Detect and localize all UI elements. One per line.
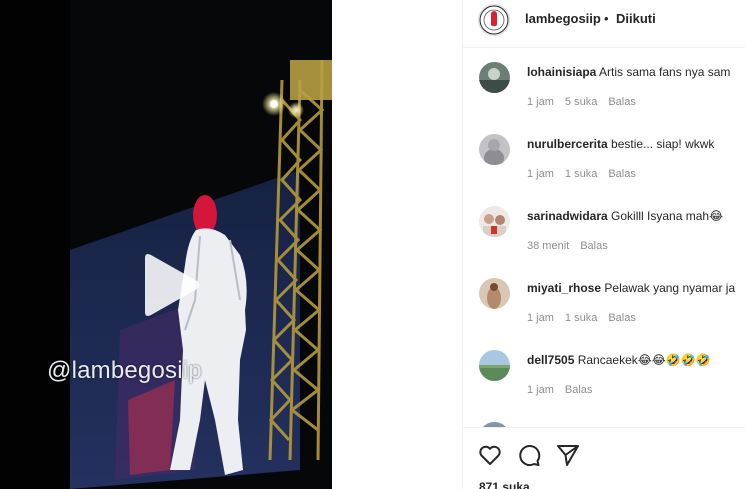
profile-avatar[interactable] [478,4,510,36]
comment-time: 38 menit [527,240,570,252]
comment-item: lohainisiapa Artis sama fans nya sam 1 j… [463,49,745,121]
heart-icon[interactable] [477,442,503,468]
comment-username[interactable]: miyati_rhose [527,281,601,295]
comment-time: 1 jam [527,96,554,108]
comment-text: bestie... siap! wkwk [611,137,715,151]
comment-likes[interactable]: 5 suka [565,96,597,108]
reply-button[interactable]: Balas [565,384,593,396]
media-background [332,0,462,489]
comment-item [463,409,745,427]
send-icon[interactable] [555,442,581,468]
comment-icon[interactable] [516,442,542,468]
post-panel: lambegosiip • Diikuti lohainisiapa Artis… [462,0,745,489]
comment-item: nurulbercerita bestie... siap! wkwk 1 ja… [463,121,745,193]
reply-button[interactable]: Balas [580,240,608,252]
comment-text: Rancaekek😂😂🤣🤣🤣 [577,353,711,367]
likes-count[interactable]: 871 suka [479,480,530,489]
comment-list[interactable]: lohainisiapa Artis sama fans nya sam 1 j… [463,49,745,427]
comment-item: dell7505 Rancaekek😂😂🤣🤣🤣 1 jam Balas [463,337,745,409]
post-header: lambegosiip • Diikuti [463,0,745,48]
video-player[interactable]: @lambegosiip [0,0,332,489]
reply-button[interactable]: Balas [608,168,636,180]
play-icon[interactable] [137,252,201,318]
header-username[interactable]: lambegosiip [525,11,601,26]
comment-time: 1 jam [527,168,554,180]
comment-avatar[interactable] [479,62,510,93]
header-separator: • [604,11,609,26]
comment-avatar[interactable] [479,206,510,237]
comment-username[interactable]: lohainisiapa [527,65,596,79]
comment-item: sarinadwidara Gokilll Isyana mah😂 38 men… [463,193,745,265]
video-frame [0,0,332,489]
reply-button[interactable]: Balas [608,312,636,324]
comment-likes[interactable]: 1 suka [565,168,597,180]
comment-username[interactable]: sarinadwidara [527,209,608,223]
comment-avatar[interactable] [479,134,510,165]
comment-time: 1 jam [527,384,554,396]
comment-avatar[interactable] [479,278,510,309]
comment-avatar[interactable] [479,350,510,381]
comment-text: Pelawak yang nyamar ja [604,281,736,295]
comment-text: Gokilll Isyana mah😂 [611,209,724,223]
comment-time: 1 jam [527,312,554,324]
reply-button[interactable]: Balas [608,96,636,108]
comment-text: Artis sama fans nya sam [599,65,731,79]
following-button[interactable]: Diikuti [616,11,656,26]
comment-likes[interactable]: 1 suka [565,312,597,324]
comment-username[interactable]: nurulbercerita [527,137,608,151]
comment-username[interactable]: dell7505 [527,353,574,367]
video-watermark: @lambegosiip [47,357,202,384]
comment-item: miyati_rhose Pelawak yang nyamar ja 1 ja… [463,265,745,337]
